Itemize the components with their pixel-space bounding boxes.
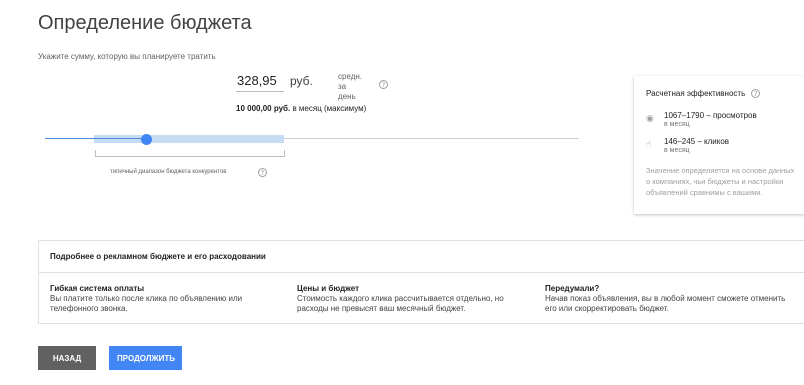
performance-title-text: Расчетная эффективность: [646, 89, 746, 98]
info-column-text: Стоимость каждого клика рассчитывается о…: [297, 294, 504, 313]
slider-fill: [45, 138, 146, 139]
period-label: средн. за день: [338, 72, 362, 102]
help-icon[interactable]: ?: [751, 89, 761, 99]
back-button[interactable]: НАЗАД: [38, 346, 96, 370]
page-subtitle: Укажите сумму, которую вы планируете тра…: [38, 52, 216, 61]
clicks-estimate: ☝ 146–245 – кликов в месяц: [646, 137, 729, 154]
info-header[interactable]: Подробнее о рекламном бюджете и его расх…: [39, 241, 804, 273]
info-column-title: Передумали?: [545, 284, 600, 293]
period-label-line2: за день: [338, 82, 356, 101]
views-value: 1067–1790 – просмотров: [664, 111, 757, 120]
continue-button[interactable]: ПРОДОЛЖИТЬ: [109, 346, 182, 370]
period-label-line1: средн.: [338, 72, 363, 81]
performance-card: Расчетная эффективность? ◉ 1067–1790 – п…: [634, 76, 804, 214]
clicks-period: в месяц: [664, 147, 690, 154]
currency-label: руб.: [290, 74, 313, 88]
budget-slider[interactable]: [45, 130, 579, 150]
info-column-text: Начав показ объявления, вы в любой момен…: [545, 294, 786, 313]
monthly-budget-suffix: в месяц (максимум): [290, 104, 367, 113]
performance-title: Расчетная эффективность?: [646, 89, 792, 99]
monthly-budget-value: 10 000,00 руб.: [236, 104, 291, 113]
competitor-range-band: [94, 135, 284, 143]
performance-note: Значение определяется на основе данных о…: [646, 166, 795, 197]
info-column: Цены и бюджет Стоимость каждого клика ра…: [297, 284, 537, 314]
monthly-budget-text: 10 000,00 руб. в месяц (максимум): [236, 104, 366, 113]
views-estimate: ◉ 1067–1790 – просмотров в месяц: [646, 111, 757, 128]
info-column-title: Гибкая система оплаты: [50, 284, 145, 293]
info-column-text: Вы платите только после клика по объявле…: [50, 294, 243, 313]
clicks-value: 146–245 – кликов: [664, 137, 730, 146]
slider-thumb[interactable]: [141, 134, 152, 145]
competitor-range-bracket: [95, 150, 285, 157]
hand-pointer-icon: ☝: [646, 140, 652, 150]
views-period: в месяц: [664, 121, 690, 128]
help-icon[interactable]: ?: [258, 168, 267, 177]
budget-amount-input[interactable]: [236, 72, 284, 92]
info-column-title: Цены и бюджет: [297, 284, 359, 293]
budget-info-panel: Подробнее о рекламном бюджете и его расх…: [38, 240, 804, 324]
help-icon[interactable]: ?: [379, 80, 388, 89]
info-column: Передумали? Начав показ объявления, вы в…: [545, 284, 795, 314]
eye-icon: ◉: [646, 114, 654, 124]
info-column: Гибкая система оплаты Вы платите только …: [50, 284, 280, 314]
page-title: Определение бюджета: [38, 12, 252, 34]
competitor-range-label: типичный диапазон бюджета конкурентов: [110, 169, 227, 175]
